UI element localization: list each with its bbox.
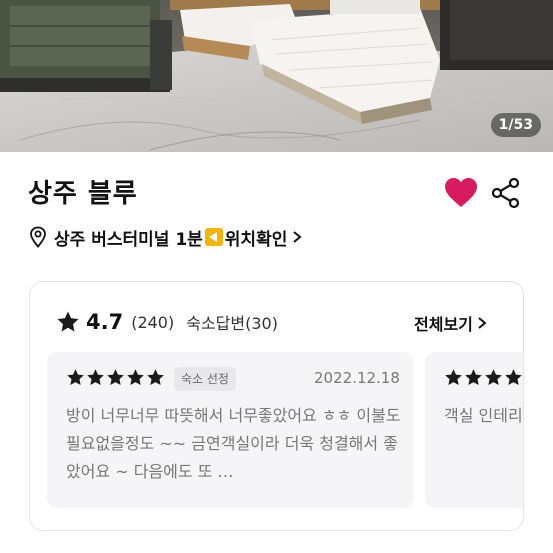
review-text: 방이 너무너무 따뜻해서 너무좋았어요 ㅎㅎ 이불도 필요없을정도 ~~ 금연객… bbox=[66, 406, 401, 481]
star-icon bbox=[127, 369, 144, 386]
star-icon bbox=[57, 311, 79, 332]
review-stars bbox=[444, 368, 523, 387]
review-item[interactable]: 숙소 선정 2022.12.18 방이 너무너무 따뜻해서 너무좋았어요 ㅎㅎ … bbox=[47, 352, 413, 508]
review-date: 2022.12.18 bbox=[314, 369, 400, 387]
review-item[interactable]: 객실 인테리어요.🥰사 부담스러웠 bbox=[425, 352, 523, 508]
review-text: 객실 인테리어요.🥰사 부담스러웠 bbox=[444, 406, 523, 425]
star-icon bbox=[87, 369, 104, 386]
location-text: 상주 버스터미널 1분 bbox=[54, 229, 203, 250]
check-location-link[interactable]: 위치확인 bbox=[225, 225, 288, 250]
star-icon bbox=[147, 369, 164, 386]
star-icon bbox=[67, 369, 84, 386]
photo-counter: 1/53 bbox=[490, 113, 541, 137]
see-all-label: 전체보기 bbox=[414, 315, 473, 334]
review-card: 4.7 (240) 숙소답변(30) 전체보기 숙소 선정 2022.12.18… bbox=[29, 281, 524, 531]
review-count: (240) bbox=[131, 312, 175, 332]
left-arrow-flag-icon bbox=[204, 228, 223, 246]
location-row[interactable]: 상주 버스터미널 1분 위치확인 bbox=[28, 224, 303, 250]
rating-summary: 4.7 (240) 숙소답변(30) bbox=[56, 308, 278, 336]
heart-icon bbox=[445, 178, 477, 207]
review-stars bbox=[66, 368, 166, 387]
star-icon bbox=[445, 369, 462, 386]
property-name: 상주 블루 bbox=[28, 179, 138, 209]
chevron-right-icon bbox=[478, 317, 487, 329]
star-icon bbox=[465, 369, 482, 386]
share-icon bbox=[491, 177, 520, 209]
star-icon bbox=[505, 369, 522, 386]
host-reply-count: 숙소답변(30) bbox=[186, 314, 278, 333]
hero-photo[interactable]: 1/53 bbox=[0, 0, 553, 152]
rating-score: 4.7 bbox=[86, 310, 124, 334]
favorite-button[interactable] bbox=[443, 176, 479, 210]
host-pick-badge: 숙소 선정 bbox=[174, 367, 236, 391]
star-icon bbox=[485, 369, 502, 386]
chevron-right-icon bbox=[293, 231, 302, 243]
see-all-reviews-link[interactable]: 전체보기 bbox=[414, 311, 487, 335]
share-button[interactable] bbox=[489, 176, 523, 210]
hotel-room-image bbox=[0, 0, 553, 152]
star-icon bbox=[107, 369, 124, 386]
location-pin-icon bbox=[30, 226, 46, 248]
